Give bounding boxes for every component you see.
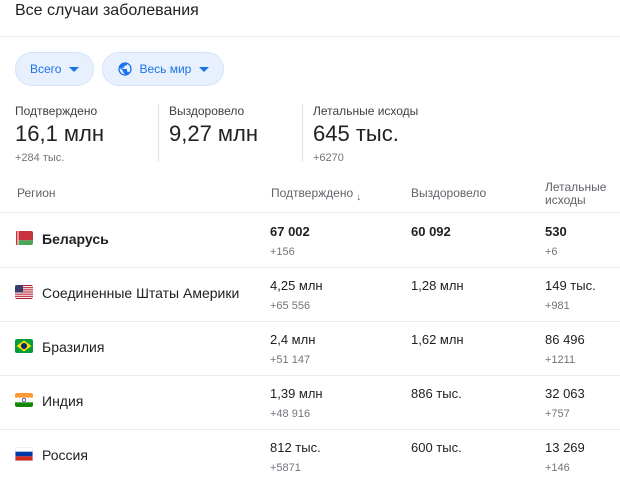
scope-filter-label: Всего [30, 62, 62, 76]
recovered-value: 1,62 млн [411, 332, 464, 347]
caret-down-icon [199, 66, 210, 72]
brazil-flag-icon [15, 339, 33, 353]
deaths-value: 86 496 [545, 332, 585, 347]
summary-confirmed: Подтверждено 16,1 млн +284 тыс. [15, 104, 104, 164]
deaths-delta: +1211 [545, 354, 576, 366]
deaths-value: 530 [545, 224, 567, 239]
column-header-label: исходы [545, 193, 586, 207]
russia-flag-icon [15, 447, 33, 461]
confirmed-value: 2,4 млн [270, 332, 316, 347]
summary-stats: Подтверждено 16,1 млн +284 тыс. Выздоров… [0, 104, 620, 164]
confirmed-delta: +48 916 [270, 408, 311, 420]
sort-arrow-down-icon: ↓ [356, 192, 362, 203]
confirmed-delta: +65 556 [270, 300, 311, 312]
table-row[interactable]: Беларусь 67 002 +156 60 092 530 +6 [0, 213, 620, 268]
recovered-value: 600 тыс. [411, 440, 462, 455]
usa-flag-icon [15, 285, 33, 299]
confirmed-value: 4,25 млн [270, 278, 323, 293]
page-header: Все случаи заболевания [0, 0, 620, 37]
confirmed-value: 1,39 млн [270, 386, 323, 401]
column-header-label: Подтверждено [271, 186, 354, 200]
belarus-flag-icon [15, 231, 33, 245]
confirmed-value: 67 002 [270, 224, 310, 239]
deaths-delta: +757 [545, 408, 570, 420]
table-row[interactable]: Индия 1,39 млн +48 916 886 тыс. 32 063 +… [0, 375, 620, 430]
deaths-value: 149 тыс. [545, 278, 596, 293]
table-row[interactable]: Бразилия 2,4 млн +51 147 1,62 млн 86 496… [0, 321, 620, 376]
filter-bar: Всего Весь мир [15, 52, 225, 86]
summary-delta: +6270 [313, 152, 344, 164]
region-name: Соединенные Штаты Америки [42, 285, 240, 301]
confirmed-delta: +51 147 [270, 354, 311, 366]
column-header-confirmed[interactable]: Подтверждено ↓ [271, 187, 361, 204]
recovered-value: 1,28 млн [411, 278, 464, 293]
region-filter-button[interactable]: Весь мир [102, 52, 225, 86]
confirmed-value: 812 тыс. [270, 440, 321, 455]
confirmed-delta: +5871 [270, 462, 301, 474]
deaths-value: 32 063 [545, 386, 585, 401]
summary-value: 645 тыс. [313, 121, 399, 146]
column-header-deaths[interactable]: Летальные исходы [545, 181, 606, 207]
globe-icon [117, 61, 133, 77]
region-filter-label: Весь мир [139, 62, 192, 76]
india-flag-icon [15, 393, 33, 407]
table-row[interactable]: Соединенные Штаты Америки 4,25 млн +65 5… [0, 267, 620, 322]
column-header-region[interactable]: Регион [17, 187, 56, 200]
scope-filter-button[interactable]: Всего [15, 52, 95, 86]
deaths-delta: +981 [545, 300, 570, 312]
recovered-value: 60 092 [411, 224, 451, 239]
summary-recovered: Выздоровело 9,27 млн [169, 104, 258, 164]
summary-value: 16,1 млн [15, 121, 105, 146]
region-name: Беларусь [42, 231, 109, 247]
region-name: Бразилия [42, 339, 105, 355]
caret-down-icon [69, 66, 80, 72]
table-header: Регион Подтверждено ↓ Выздоровело Летальн… [0, 180, 620, 213]
summary-label: Летальные исходы [313, 104, 419, 118]
divider [302, 104, 303, 162]
summary-value: 9,27 млн [169, 121, 259, 146]
table-row[interactable]: Россия 812 тыс. +5871 600 тыс. 13 269 +1… [0, 429, 620, 483]
region-name: Индия [42, 393, 84, 409]
summary-label: Выздоровело [169, 104, 245, 118]
summary-delta: +284 тыс. [15, 152, 65, 164]
recovered-value: 886 тыс. [411, 386, 462, 401]
column-header-recovered[interactable]: Выздоровело [411, 187, 486, 200]
region-name: Россия [42, 447, 88, 463]
deaths-value: 13 269 [545, 440, 585, 455]
summary-deaths: Летальные исходы 645 тыс. +6270 [313, 104, 418, 164]
deaths-delta: +6 [545, 246, 558, 258]
page-title: Все случаи заболевания [15, 2, 199, 19]
confirmed-delta: +156 [270, 246, 295, 258]
divider [158, 104, 159, 162]
summary-label: Подтверждено [15, 104, 98, 118]
deaths-delta: +146 [545, 462, 570, 474]
